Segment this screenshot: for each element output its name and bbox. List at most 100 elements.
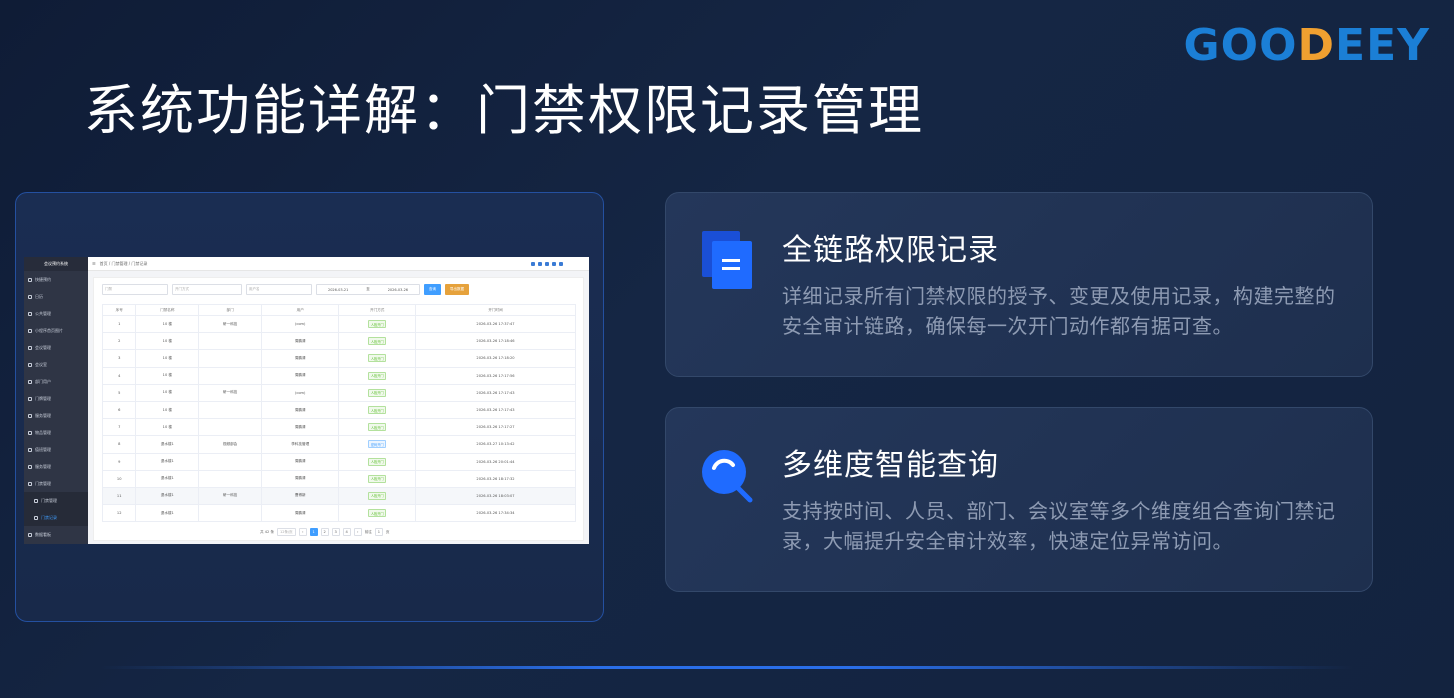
tool-icon[interactable] — [531, 261, 535, 266]
date-start: 2026-03-21 — [327, 287, 349, 292]
page-number-button[interactable]: 1 — [309, 528, 318, 536]
table-row[interactable]: 11 退水楼1 研一科技 曹博新 人脸开门 2026-03-26 18:03:07 — [101, 486, 576, 506]
sidebar-item[interactable]: 门禁记录 — [24, 509, 88, 526]
table-cell: 2026-03-26 17:37:47 — [415, 314, 576, 334]
table-row[interactable]: 5 10 楼研一科技 (com) 人脸开门 2026-03-26 17:17:43 — [101, 383, 576, 402]
column-header[interactable]: 开门方式 — [338, 304, 416, 316]
sidebar-item[interactable]: 服务管理 — [24, 458, 88, 475]
goto-page-input[interactable]: 1 — [374, 528, 383, 536]
table-cell: 研一科技 — [198, 383, 262, 402]
column-header[interactable]: 部门 — [198, 304, 262, 316]
table-cell: (com) — [260, 314, 340, 334]
sidebar-item[interactable]: 服务管理 — [24, 407, 88, 424]
sidebar-item[interactable]: 会议管理 — [24, 339, 88, 356]
sidebar-item-label: 部门用户 — [35, 378, 51, 384]
table-cell: 10 楼 — [135, 349, 200, 368]
column-header[interactable]: 开门时间 — [415, 304, 576, 316]
table-cell: 2026-03-26 17:17:27 — [415, 418, 576, 437]
status-badge: 人脸开门 — [368, 371, 387, 380]
sidebar-item[interactable]: 快捷预约 — [24, 271, 88, 288]
table-cell: 周鹏清 — [260, 332, 340, 351]
sidebar-item[interactable]: 物品管理 — [24, 424, 88, 441]
sidebar-item[interactable]: 小程序首页图片 — [24, 322, 88, 339]
table-row[interactable]: 8 退水楼1 视频部会 李科技管理 密码开门 2026-03-27 10:13:42 — [101, 435, 576, 454]
table-cell: 2026-03-26 17:17:56 — [415, 366, 576, 385]
date-range-picker[interactable]: 2026-03-21 至 2026-03-26 — [316, 284, 420, 295]
prev-page-button[interactable]: ‹ — [298, 528, 307, 536]
sidebar-item[interactable]: 数据看板 — [24, 526, 88, 543]
sidebar-item-label: 服务管理 — [35, 463, 51, 469]
page-size-select[interactable]: 12条/页 — [277, 528, 296, 536]
column-header[interactable]: 门禁名称 — [135, 304, 200, 316]
bottom-accent-line — [100, 666, 1354, 669]
table-row[interactable]: 1 10 楼研一科技 (com) 人脸开门 2026-03-26 17:37:47 — [101, 314, 576, 334]
date-separator: 至 — [366, 287, 370, 291]
document-icon — [702, 231, 752, 289]
sidebar-item-label: 门禁记录 — [41, 514, 57, 520]
table-cell: 10 楼 — [135, 332, 200, 351]
tool-icon[interactable] — [559, 261, 563, 266]
table-row[interactable]: 3 10 楼 周鹏清 人脸开门 2026-03-26 17:18:20 — [101, 349, 576, 368]
table-cell: 研一科技 — [198, 486, 262, 506]
sidebar-title: 会议预约系统 — [24, 257, 88, 271]
tool-icon[interactable] — [538, 261, 542, 266]
sidebar-item[interactable]: 部门用户 — [24, 373, 88, 390]
table-cell: 9 — [101, 452, 137, 471]
table-row[interactable]: 6 10 楼 周鹏清 人脸开门 2026-03-26 17:17:43 — [101, 400, 576, 420]
next-page-button[interactable]: › — [353, 528, 362, 536]
table-row[interactable]: 2 10 楼 周鹏清 人脸开门 2026-03-26 17:18:46 — [101, 332, 576, 351]
tool-icon[interactable] — [545, 261, 549, 266]
table-cell: 2026-03-26 17:18:46 — [415, 332, 576, 351]
page-number-button[interactable]: 3 — [331, 528, 340, 536]
table-cell: 周鹏清 — [260, 418, 340, 437]
query-button[interactable]: 查询 — [424, 284, 441, 295]
sidebar-item[interactable]: 会议室 — [24, 356, 88, 373]
table-cell — [198, 332, 262, 351]
table-cell: 10 楼 — [135, 418, 200, 437]
tool-icon[interactable] — [552, 261, 556, 266]
page-number-button[interactable]: 2 — [320, 528, 329, 536]
open-method-select[interactable]: 开门方式 — [172, 284, 242, 295]
username-input[interactable]: 用户名 — [246, 284, 312, 295]
sidebar-item[interactable]: 门禁管理 — [24, 492, 88, 509]
status-badge: 人脸开门 — [368, 406, 387, 415]
page-unit-label: 页 — [385, 529, 390, 534]
feature-desc: 支持按时间、人员、部门、会议室等多个维度组合查询门禁记录，大幅提升安全审计效率，… — [782, 499, 1336, 553]
table-cell: 2026-03-26 18:17:32 — [415, 469, 576, 488]
table-cell — [198, 366, 262, 385]
table-cell: 退水楼1 — [135, 486, 200, 506]
status-badge: 人脸开门 — [368, 388, 387, 397]
column-header[interactable]: 序号 — [101, 304, 137, 316]
table-row[interactable]: 12 退水楼1 周鹏清 人脸开门 2026-03-26 17:34:34 — [101, 504, 576, 523]
table-row[interactable]: 7 10 楼 周鹏清 人脸开门 2026-03-26 17:17:27 — [101, 418, 576, 437]
column-header[interactable]: 用户 — [260, 304, 340, 316]
door-select[interactable]: 门禁 — [102, 284, 168, 295]
sidebar-item[interactable]: 公共管理 — [24, 305, 88, 322]
sidebar-item-label: 会议室 — [35, 361, 47, 367]
table-row[interactable]: 10 退水楼1 周鹏清 人脸开门 2026-03-26 18:17:32 — [101, 469, 576, 488]
sidebar-item[interactable]: 门禁管理 — [24, 475, 88, 492]
table-cell — [198, 418, 262, 437]
menu-item-icon — [28, 294, 32, 299]
menu-item-icon — [28, 413, 32, 418]
menu-icon[interactable]: ☰ — [92, 261, 96, 266]
sidebar-item[interactable]: 日历 — [24, 288, 88, 305]
table-cell: 6 — [101, 400, 137, 420]
table-cell: 退水楼1 — [135, 452, 200, 471]
sidebar-item-label: 服务管理 — [35, 412, 51, 418]
slide-title: 系统功能详解：门禁权限记录管理 — [84, 79, 924, 142]
sidebar-item[interactable]: 值班管理 — [24, 441, 88, 458]
status-badge: 人脸开门 — [368, 509, 387, 518]
status-badge: 人脸开门 — [368, 457, 387, 466]
export-button[interactable]: 导出数据 — [445, 284, 469, 295]
records-panel: 门禁 开门方式 用户名 2026-03-21 至 2026-03-26 查询 导… — [93, 277, 584, 541]
sidebar-item-label: 公共管理 — [35, 310, 51, 316]
table-cell: 2026-03-26 17:17:43 — [415, 383, 576, 402]
table-row[interactable]: 9 退水楼1 周鹏清 人脸开门 2026-03-26 20:01:44 — [101, 452, 576, 471]
sidebar-item[interactable]: 门牌管理 — [24, 390, 88, 407]
table-row[interactable]: 4 10 楼 周鹏清 人脸开门 2026-03-26 17:17:56 — [101, 366, 576, 385]
table-cell — [198, 469, 262, 488]
page-number-button[interactable]: 4 — [342, 528, 351, 536]
table-cell: 视频部会 — [198, 435, 262, 454]
table-cell — [198, 349, 262, 368]
